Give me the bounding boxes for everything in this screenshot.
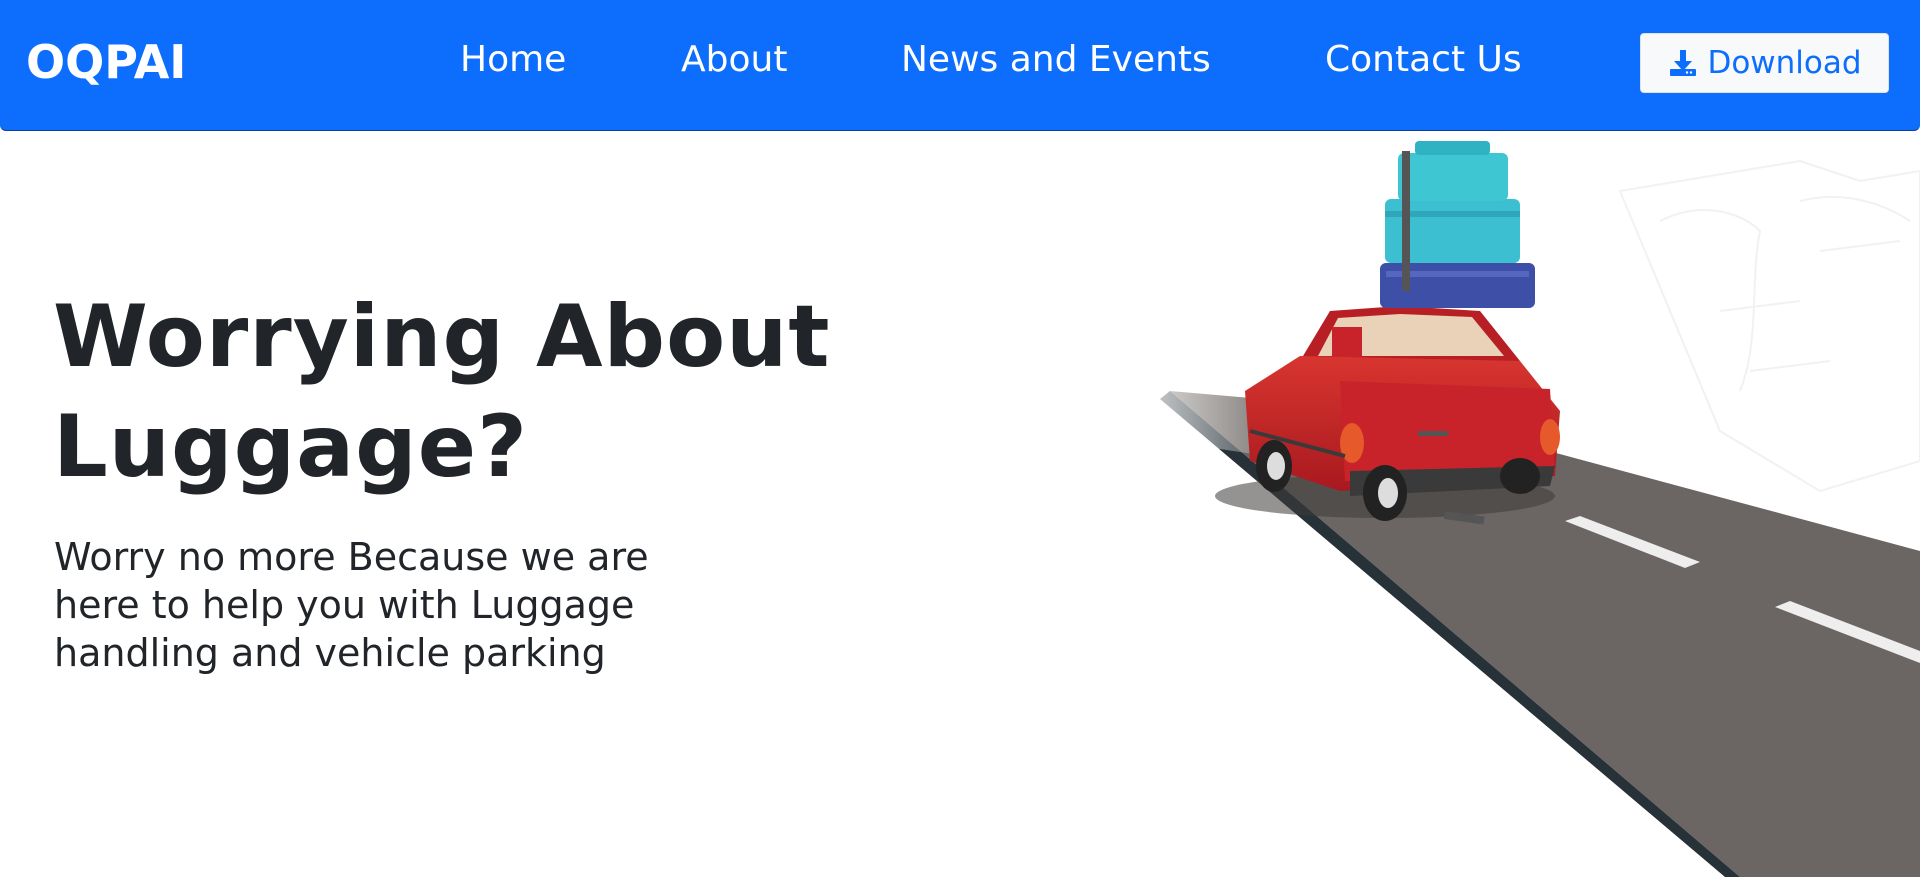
background-buildings	[1618, 159, 1920, 493]
brand-logo[interactable]: OQPAI	[26, 34, 186, 90]
hero-car-illustration	[1100, 131, 1920, 877]
nav-link-home[interactable]: Home	[460, 38, 566, 82]
hero-subtitle: Worry no more Because we are here to hel…	[54, 535, 649, 675]
luggage-stack	[1380, 141, 1535, 308]
hero-title-line1: Worrying About	[53, 287, 831, 387]
nav-link-news-and-events[interactable]: News and Events	[901, 38, 1211, 82]
download-button[interactable]: Download	[1640, 33, 1889, 93]
nav-link-contact-us[interactable]: Contact Us	[1325, 38, 1522, 82]
navbar: OQPAI Home About News and Events Contact…	[0, 0, 1920, 131]
download-icon	[1667, 47, 1699, 79]
hero-title: Worrying About Luggage?	[53, 282, 913, 502]
download-button-label: Download	[1707, 45, 1862, 81]
nav-link-about[interactable]: About	[681, 38, 787, 82]
hero-title-line2: Luggage?	[53, 397, 528, 497]
